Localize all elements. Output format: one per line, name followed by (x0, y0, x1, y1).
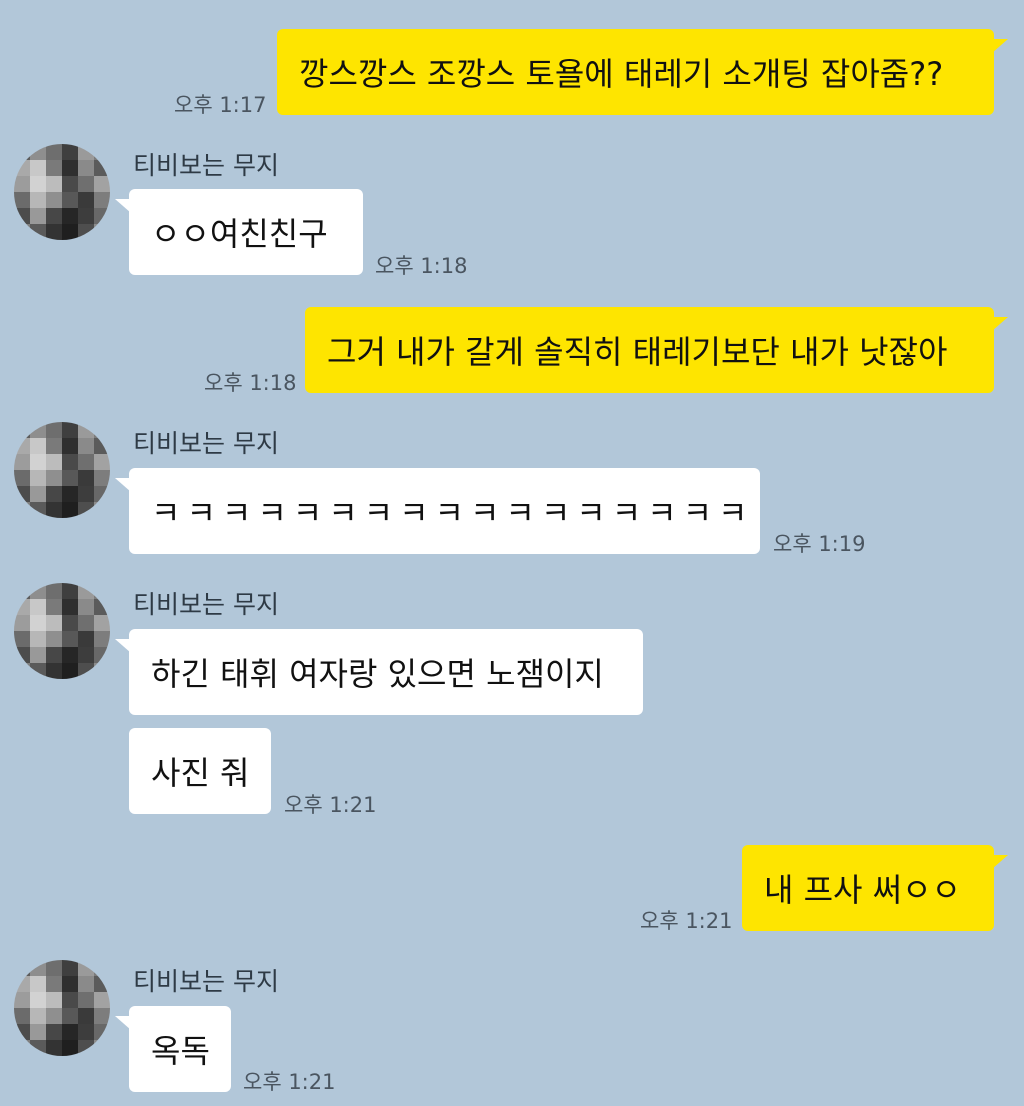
chat-room: 깡스깡스 조깡스 토욜에 태레기 소개팅 잡아줌?? 오후 1:17 티비보는 … (0, 0, 1024, 1106)
message-text: 하긴 태휘 여자랑 있으면 노잼이지 (151, 655, 604, 693)
their-message-bubble[interactable]: ㅇㅇ여친친구 (115, 189, 363, 275)
avatar[interactable] (14, 144, 110, 240)
message-time: 오후 1:21 (284, 793, 377, 817)
message-text: 깡스깡스 조깡스 토욜에 태레기 소개팅 잡아줌?? (299, 55, 944, 93)
sender-name: 티비보는 무지 (133, 151, 279, 180)
message-time: 오후 1:18 (204, 371, 297, 395)
message-text: ㅋㅋㅋㅋㅋㅋㅋㅋㅋㅋㅋㅋㅋㅋㅋㅋㅋ (151, 494, 754, 532)
their-message-bubble[interactable]: 사진 줘 (129, 728, 271, 814)
message-time: 오후 1:18 (375, 254, 468, 278)
sender-name: 티비보는 무지 (133, 429, 279, 458)
message-text: 그거 내가 갈게 솔직히 태레기보단 내가 낫잖아 (327, 333, 948, 371)
message-text: 옥독 (151, 1032, 210, 1070)
sender-name: 티비보는 무지 (133, 967, 279, 996)
message-time: 오후 1:17 (174, 93, 267, 117)
avatar[interactable] (14, 422, 110, 518)
message-text: 내 프사 써ㅇㅇ (764, 871, 961, 909)
my-message-bubble[interactable]: 내 프사 써ㅇㅇ (742, 845, 1008, 931)
message-text: ㅇㅇ여친친구 (151, 215, 328, 253)
message-time: 오후 1:21 (640, 909, 733, 933)
message-text: 사진 줘 (151, 754, 250, 792)
avatar[interactable] (14, 583, 110, 679)
avatar[interactable] (14, 960, 110, 1056)
their-message-bubble[interactable]: 하긴 태휘 여자랑 있으면 노잼이지 (115, 629, 643, 715)
sender-name: 티비보는 무지 (133, 590, 279, 619)
message-time: 오후 1:21 (243, 1070, 336, 1094)
my-message-bubble[interactable]: 그거 내가 갈게 솔직히 태레기보단 내가 낫잖아 (305, 307, 1008, 393)
their-message-bubble[interactable]: ㅋㅋㅋㅋㅋㅋㅋㅋㅋㅋㅋㅋㅋㅋㅋㅋㅋ (115, 468, 760, 554)
message-time: 오후 1:19 (773, 532, 866, 556)
my-message-bubble[interactable]: 깡스깡스 조깡스 토욜에 태레기 소개팅 잡아줌?? (277, 29, 1008, 115)
their-message-bubble[interactable]: 옥독 (115, 1006, 231, 1092)
